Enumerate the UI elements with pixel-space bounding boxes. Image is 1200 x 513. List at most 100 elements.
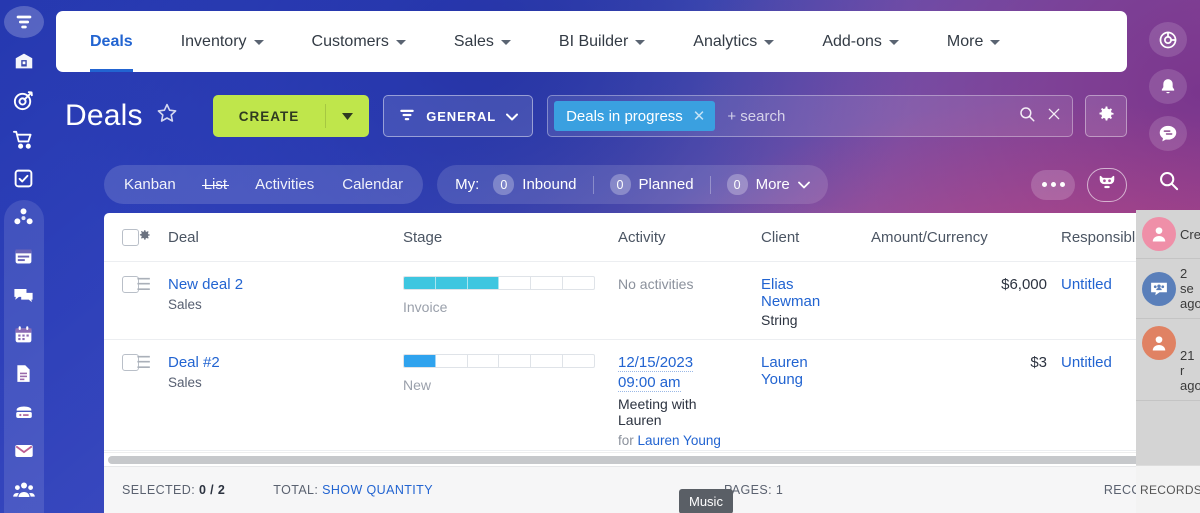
activity-cell[interactable]: 12/15/2023 09:00 am Meeting with Lauren … (618, 339, 761, 451)
clear-icon[interactable] (1046, 106, 1062, 127)
support-icon[interactable] (1149, 22, 1187, 57)
drag-handle-icon[interactable]: ☰ (136, 353, 151, 372)
search-icon[interactable] (1149, 163, 1187, 198)
activity-date[interactable]: 12/15/2023 (618, 354, 761, 372)
filter-preset-button[interactable]: GENERAL (383, 95, 534, 137)
counter-inbound[interactable]: 0 Inbound (493, 174, 592, 195)
table-row[interactable]: ☰ New deal 2 Sales Invoice No activities (104, 261, 1183, 340)
nav-item-bi-builder[interactable]: BI Builder (535, 11, 669, 72)
stage-segment[interactable] (499, 355, 532, 367)
counter-more[interactable]: 0 More (726, 174, 810, 195)
stage-progress-bar[interactable] (403, 276, 595, 290)
stage-segment[interactable] (468, 355, 500, 367)
nav-item-add-ons[interactable]: Add-ons (798, 11, 923, 72)
column-header-deal[interactable]: Deal (168, 213, 403, 262)
drag-handle-icon[interactable]: ☰ (136, 275, 151, 294)
top-navigation[interactable]: Deals Inventory Customers Sales BI Build… (56, 11, 1127, 72)
calendar-icon[interactable] (4, 318, 44, 350)
my-counters[interactable]: My: 0 Inbound 0 Planned 0 More (437, 165, 828, 204)
task-check-icon[interactable] (4, 162, 44, 194)
bot-assistant-button[interactable] (1087, 167, 1127, 202)
deal-cell[interactable]: Deal #2 Sales (168, 339, 403, 451)
deal-link[interactable]: Deal #2 (168, 354, 403, 371)
more-options-button[interactable] (1031, 169, 1075, 200)
stage-progress-bar[interactable] (403, 354, 595, 368)
stage-segment[interactable] (563, 355, 594, 367)
nav-item-analytics[interactable]: Analytics (669, 11, 798, 72)
table-row[interactable]: ☰ Deal #2 Sales New 12/15/2023 09:00 am … (104, 339, 1183, 451)
document-icon[interactable] (4, 357, 44, 389)
client-link[interactable]: Young (761, 371, 871, 388)
nav-item-sales[interactable]: Sales (430, 11, 535, 72)
search-filter-chip[interactable]: Deals in progress ✕ (554, 101, 716, 131)
nav-item-customers[interactable]: Customers (288, 11, 430, 72)
column-header-client[interactable]: Client (761, 213, 871, 262)
deal-cell[interactable]: New deal 2 Sales (168, 261, 403, 340)
nav-item-inventory[interactable]: Inventory (157, 11, 288, 72)
search-input[interactable]: + search (727, 108, 1008, 125)
cart-icon[interactable] (4, 123, 44, 155)
left-sidebar[interactable] (0, 0, 47, 513)
row-select-cell[interactable] (104, 261, 139, 340)
stage-segment[interactable] (531, 355, 564, 367)
chat-icon[interactable] (4, 279, 44, 311)
nav-item-more[interactable]: More (923, 11, 1024, 72)
drive-icon[interactable] (4, 396, 44, 428)
stage-cell[interactable]: New (403, 339, 618, 451)
caret-down-icon[interactable] (326, 107, 369, 125)
stage-segment[interactable] (563, 277, 594, 289)
stage-segment[interactable] (436, 355, 468, 367)
row-drag-cell[interactable]: ☰ (136, 339, 168, 451)
list-item[interactable]: 21 r ago (1136, 319, 1200, 401)
stage-segment[interactable] (404, 277, 436, 289)
column-header-amount[interactable]: Amount/Currency (871, 213, 1061, 262)
stage-cell[interactable]: Invoice (403, 261, 618, 340)
activity-time[interactable]: 09:00 am (618, 374, 761, 392)
sites-icon[interactable] (4, 240, 44, 272)
client-link[interactable]: Lauren (761, 354, 871, 371)
stage-segment[interactable] (404, 355, 436, 367)
gear-icon[interactable] (136, 230, 152, 247)
sub-navigation[interactable]: Kanban List Activities Calendar My: 0 In… (104, 165, 1127, 204)
list-item[interactable]: 2 se ago (1136, 259, 1200, 319)
tab-calendar[interactable]: Calendar (328, 176, 417, 193)
company-icon[interactable] (4, 474, 44, 506)
client-cell[interactable]: Elias Newman String (761, 261, 871, 340)
target-icon[interactable] (4, 84, 44, 116)
stage-segment[interactable] (531, 277, 564, 289)
show-quantity-link[interactable]: SHOW QUANTITY (322, 483, 433, 497)
counter-planned[interactable]: 0 Planned (609, 174, 710, 195)
nav-item-deals[interactable]: Deals (80, 11, 157, 72)
search-bar[interactable]: Deals in progress ✕ + search (547, 95, 1073, 137)
tab-kanban[interactable]: Kanban (110, 176, 190, 193)
right-sidebar[interactable] (1136, 0, 1200, 210)
list-item[interactable]: Cre (1136, 210, 1200, 259)
stage-segment[interactable] (499, 277, 532, 289)
mail-icon[interactable] (4, 435, 44, 467)
search-icon[interactable] (1018, 105, 1036, 128)
message-icon[interactable] (1149, 116, 1187, 151)
view-tabs[interactable]: Kanban List Activities Calendar (104, 165, 424, 204)
activity-for-link[interactable]: Lauren Young (638, 433, 721, 448)
automation-icon[interactable] (4, 201, 44, 233)
tab-activities[interactable]: Activities (241, 176, 328, 193)
warehouse-icon[interactable] (4, 45, 44, 77)
client-link[interactable]: Elias (761, 276, 871, 293)
activity-stream-panel[interactable]: Cre 2 se ago 21 r ago RECORDS: (1136, 210, 1200, 513)
scrollbar-thumb[interactable] (108, 456, 1158, 464)
filter-icon[interactable] (3, 6, 44, 38)
column-settings-header[interactable] (136, 213, 168, 262)
notification-bell-icon[interactable] (1149, 69, 1187, 104)
horizontal-scrollbar[interactable] (104, 452, 1183, 466)
column-header-stage[interactable]: Stage (403, 213, 618, 262)
settings-button[interactable] (1085, 95, 1127, 137)
create-button[interactable]: CREATE (212, 95, 370, 137)
client-link[interactable]: Newman (761, 293, 871, 310)
close-icon[interactable]: ✕ (693, 107, 706, 125)
stage-segment[interactable] (435, 277, 468, 289)
star-outline-icon[interactable] (155, 101, 179, 131)
client-cell[interactable]: Lauren Young (761, 339, 871, 451)
row-select-cell[interactable] (104, 339, 139, 451)
stage-segment[interactable] (467, 277, 500, 289)
row-drag-cell[interactable]: ☰ (136, 261, 168, 340)
